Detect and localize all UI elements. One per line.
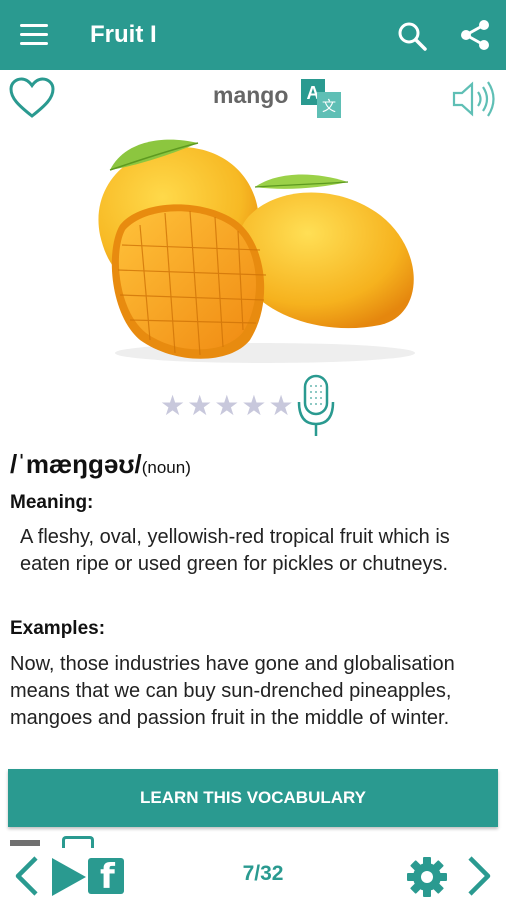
translate-icon[interactable]: A 文 [300,78,342,120]
example-text: Now, those industries have gone and glob… [10,653,455,729]
truncated-text-fragment [10,840,40,846]
speaker-icon[interactable] [450,78,502,120]
examples-label: Examples: [10,618,106,639]
ipa-text: /ˈmæŋɡəʊ/ [10,449,142,479]
star-icon[interactable]: ★ [268,392,293,420]
learn-vocabulary-button[interactable]: LEARN THIS VOCABULARY [8,769,498,827]
heart-icon[interactable] [8,76,56,120]
page-title: Fruit I [90,21,157,48]
prev-icon[interactable] [12,854,42,898]
next-icon[interactable] [464,854,494,898]
search-icon[interactable] [396,20,428,52]
meaning-label: Meaning: [10,492,94,513]
star-icon[interactable]: ★ [187,392,212,420]
bottom-navigation-bar: f 7/32 [0,832,506,900]
svg-text:文: 文 [322,99,336,115]
microphone-icon[interactable] [296,374,336,438]
star-icon[interactable]: ★ [160,392,185,420]
rating-stars: ★ ★ ★ ★ ★ [160,392,294,420]
settings-icon[interactable] [406,856,448,898]
star-icon[interactable]: ★ [241,392,266,420]
part-of-speech: (noun) [141,458,191,477]
pronunciation: /ˈmæŋɡəʊ/(noun) [10,449,191,480]
app-bar: Fruit I [0,0,506,70]
menu-icon[interactable] [20,24,48,46]
mango-image [98,139,415,363]
tab-icon [62,836,94,848]
star-icon[interactable]: ★ [214,392,239,420]
facebook-icon[interactable]: f [88,858,124,895]
play-icon[interactable] [48,856,88,898]
page-counter: 7/32 [242,862,284,885]
vocabulary-word: mango [213,82,289,108]
share-icon[interactable] [458,18,492,52]
meaning-text: A fleshy, oval, yellowish-red tropical f… [20,526,450,575]
